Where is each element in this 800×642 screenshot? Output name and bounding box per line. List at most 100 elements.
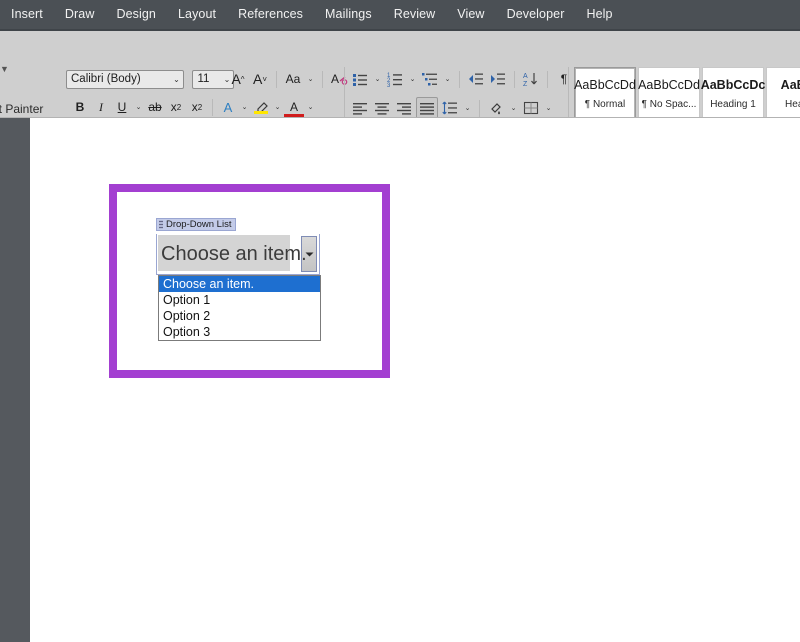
content-control-tag[interactable]: Drop-Down List <box>156 218 237 231</box>
highlighter-glyph <box>257 102 268 113</box>
multilevel-list-button[interactable] <box>420 69 440 89</box>
style-no-spacing[interactable]: AaBbCcDd ¶ No Spac... <box>638 67 700 122</box>
chevron-down-icon[interactable]: ⌄ <box>272 97 283 117</box>
clear-formatting-glyph: A <box>331 72 348 86</box>
chevron-down-icon[interactable]: ⌄ <box>462 98 473 118</box>
highlighter-icon <box>253 99 269 115</box>
font-group-controls: Calibri (Body) ⌄ 11 ⌄ <box>66 69 235 89</box>
chevron-down-icon[interactable]: ⌄ <box>442 69 453 89</box>
tab-review[interactable]: Review <box>383 0 447 29</box>
align-left-icon <box>353 103 367 115</box>
text-highlight-color-button[interactable] <box>251 97 271 117</box>
clipboard-caret-icon[interactable]: ▼ <box>0 64 9 74</box>
style-name: Heading 1 <box>710 99 756 111</box>
numbering-icon: 1 2 3 <box>387 73 402 88</box>
tab-references[interactable]: References <box>227 0 314 29</box>
line-spacing-icon <box>442 101 457 115</box>
chevron-down-icon[interactable]: ⌄ <box>170 75 183 84</box>
justify-button[interactable] <box>416 97 438 119</box>
tab-layout[interactable]: Layout <box>167 0 227 29</box>
multilevel-list-icon <box>422 73 437 86</box>
clear-formatting-icon[interactable]: A <box>329 69 349 89</box>
align-right-icon <box>397 103 411 115</box>
chevron-down-icon[interactable]: ⌄ <box>508 98 519 118</box>
style-name: Head <box>785 99 800 111</box>
font-name-value: Calibri (Body) <box>71 73 141 85</box>
subscript-button[interactable]: x2 <box>166 97 186 117</box>
chevron-down-icon[interactable]: ⌄ <box>407 69 418 89</box>
tab-design[interactable]: Design <box>105 0 167 29</box>
numbering-button[interactable]: 1 2 3 <box>385 69 405 89</box>
align-center-button[interactable] <box>372 98 392 118</box>
style-sample: AaBbCcDc <box>700 77 766 92</box>
change-case-button[interactable]: Aa <box>283 69 303 89</box>
divider <box>322 70 323 88</box>
chevron-down-icon[interactable]: ⌄ <box>372 69 383 89</box>
dropdown-option-choose-an-item[interactable]: Choose an item. <box>159 276 320 292</box>
divider <box>514 70 515 88</box>
shrink-font-label: A <box>252 71 263 87</box>
justify-icon <box>420 103 434 115</box>
style-heading-1[interactable]: AaBbCcDc Heading 1 <box>700 67 766 122</box>
drag-handle-icon[interactable] <box>159 220 163 229</box>
dropdown-option-2[interactable]: Option 2 <box>159 308 320 324</box>
bullets-icon <box>353 74 367 86</box>
align-left-button[interactable] <box>350 98 370 118</box>
text-effects-button[interactable]: A <box>218 97 238 117</box>
style-normal[interactable]: AaBbCcDd ¶ Normal <box>574 67 636 122</box>
dropdown-content-control[interactable]: Drop-Down List Choose an item. <box>156 216 320 275</box>
borders-button[interactable] <box>521 98 541 118</box>
ribbon-tab-bar: Insert Draw Design Layout References Mai… <box>0 0 800 29</box>
bold-button[interactable]: B <box>70 97 90 117</box>
borders-icon <box>523 101 539 115</box>
dropdown-options-list[interactable]: Choose an item. Option 1 Option 2 Option… <box>158 275 321 341</box>
divider <box>479 99 480 117</box>
sort-icon: A Z <box>523 73 537 88</box>
chevron-down-icon[interactable]: ⌄ <box>305 69 316 89</box>
word-window: Insert Draw Design Layout References Mai… <box>0 0 800 642</box>
tab-insert[interactable]: Insert <box>0 0 54 29</box>
dropdown-option-3[interactable]: Option 3 <box>159 324 320 340</box>
highlight-color-bar <box>254 111 268 114</box>
increase-indent-icon <box>491 73 505 85</box>
chevron-down-icon[interactable]: ⌄ <box>543 98 554 118</box>
shading-icon <box>491 103 501 115</box>
chevron-down-icon[interactable]: ⌄ <box>305 97 316 117</box>
chevron-down-icon[interactable]: ⌄ <box>133 97 144 117</box>
font-color-button[interactable]: A <box>284 97 304 117</box>
increase-indent-button[interactable] <box>488 69 508 89</box>
tab-mailings[interactable]: Mailings <box>314 0 383 29</box>
shading-button[interactable] <box>486 98 506 118</box>
dropdown-option-1[interactable]: Option 1 <box>159 292 320 308</box>
show-formatting-marks-button[interactable]: ¶ <box>554 69 574 89</box>
align-right-button[interactable] <box>394 98 414 118</box>
superscript-button[interactable]: x2 <box>187 97 207 117</box>
shrink-font-button[interactable]: A ˅ <box>250 69 270 89</box>
svg-text:A: A <box>331 72 339 86</box>
decrease-indent-button[interactable] <box>466 69 486 89</box>
svg-text:A: A <box>523 73 528 80</box>
font-color-label: A <box>289 100 298 114</box>
chevron-down-icon[interactable]: ⌄ <box>239 97 250 117</box>
format-painter-button[interactable]: at Painter <box>0 102 43 116</box>
strikethrough-button[interactable]: ab <box>145 97 165 117</box>
tab-help[interactable]: Help <box>575 0 623 29</box>
divider <box>459 70 460 88</box>
style-sample: AaBbCcDd <box>638 77 700 92</box>
grow-font-label: A <box>231 71 241 87</box>
italic-button[interactable]: I <box>91 97 111 117</box>
style-heading-2[interactable]: AaBb Head <box>766 67 800 122</box>
underline-button[interactable]: U <box>112 97 132 117</box>
tab-developer[interactable]: Developer <box>496 0 576 29</box>
tab-draw[interactable]: Draw <box>54 0 106 29</box>
sort-button[interactable]: A Z <box>521 69 541 89</box>
font-name-combo[interactable]: Calibri (Body) ⌄ <box>66 69 184 89</box>
content-control-field[interactable]: Choose an item. <box>156 234 320 275</box>
line-spacing-button[interactable] <box>440 98 460 118</box>
tab-view[interactable]: View <box>446 0 495 29</box>
style-name: ¶ No Spac... <box>641 99 697 111</box>
bullets-button[interactable] <box>350 69 370 89</box>
grow-font-button[interactable]: A ^ <box>228 69 248 89</box>
paragraph-row-1: ⌄ 1 2 3 ⌄ ⌄ A Z ¶ <box>350 69 574 89</box>
paragraph-row-2: ⌄ ⌄ ⌄ <box>350 97 554 119</box>
